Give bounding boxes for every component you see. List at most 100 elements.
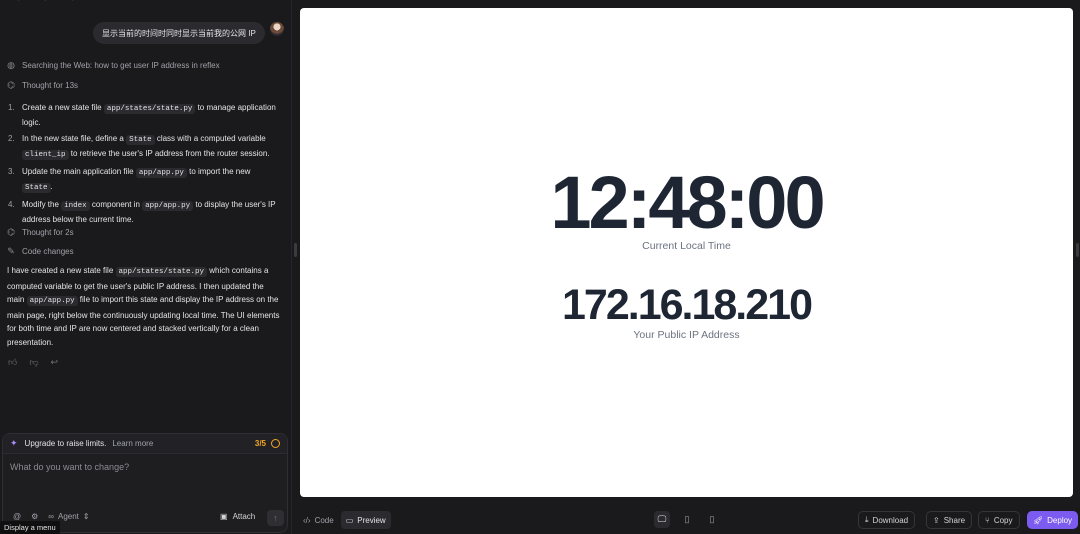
preview-icon: ▭ <box>345 515 354 525</box>
tab-preview-label: Preview <box>357 515 386 525</box>
thought-step-1[interactable]: ⌬ Thought for 13s <box>6 80 78 91</box>
code-snippet: app/states/state.py <box>103 104 196 114</box>
brain-icon: ⌬ <box>7 80 15 90</box>
plan-text: Modify the <box>22 200 62 209</box>
brain-icon: ⌬ <box>7 227 15 237</box>
plan-text: class with a computed variable <box>154 134 266 143</box>
thumbs-up-icon[interactable]: 👍︎ <box>8 357 17 368</box>
prompt-input[interactable] <box>10 462 280 502</box>
share-button[interactable]: ⇪ Share <box>926 511 973 529</box>
deploy-button[interactable]: 🚀︎ Deploy <box>1027 511 1079 529</box>
learn-more-link[interactable]: Learn more <box>112 439 153 448</box>
current-time: 12:48:00 <box>550 161 825 244</box>
agent-icon: ∞ <box>48 512 54 521</box>
share-label: Share <box>943 515 966 525</box>
sparkle-icon: ✦ <box>10 438 18 448</box>
fork-icon: ⑂ <box>985 515 990 525</box>
code-snippet: app/app.py <box>142 201 194 211</box>
tablet-view-button[interactable]: ▯ <box>679 511 695 528</box>
attach-label: Attach <box>232 512 256 521</box>
download-button[interactable]: ⤓ Download <box>858 511 916 529</box>
tooltip: Display a menu <box>0 521 60 534</box>
mobile-view-button[interactable]: ▯ <box>704 511 720 528</box>
undo-icon[interactable]: ↩ <box>51 357 59 368</box>
copy-button[interactable]: ⑂ Copy <box>978 511 1020 529</box>
plan-item-number: 3. <box>8 167 15 176</box>
web-search-text: Searching the Web: how to get user IP ad… <box>22 61 220 70</box>
public-ip: 172.16.18.210 <box>562 281 813 329</box>
download-label: Download <box>872 515 909 525</box>
user-message: 显示当前的时间时同时显示当前我的公网 IP <box>93 22 265 44</box>
plan-text: Create a new state file <box>22 103 104 112</box>
plan-item-number: 4. <box>8 200 15 209</box>
plan-text: In the new state file, define a <box>22 134 127 143</box>
download-icon: ⤓ <box>865 515 869 524</box>
feedback-actions: 👍︎ 👎︎ ↩ <box>8 357 58 368</box>
code-snippet: State <box>126 135 155 145</box>
phone-icon: ▯ <box>709 514 715 524</box>
code-snippet: app/app.py <box>135 168 187 178</box>
plan-item: 3. Update the main application file app/a… <box>8 165 280 195</box>
globe-icon: ◍ <box>7 60 15 70</box>
upgrade-banner: ✦ Upgrade to raise limits. Learn more 3/… <box>3 434 287 454</box>
top-toolbar-icons: ○ ○ ○ <box>16 0 85 3</box>
thumbs-down-icon[interactable]: 👎︎ <box>29 357 38 368</box>
attach-button[interactable]: ▣ Attach <box>220 512 255 521</box>
plan-text: to retrieve the user's IP address from t… <box>68 149 270 158</box>
code-snippet: app/app.py <box>26 296 78 306</box>
preview-frame: 12:48:00 Current Local Time 172.16.18.21… <box>300 8 1073 497</box>
current-time-label: Current Local Time <box>642 240 731 252</box>
image-icon: ▣ <box>220 512 228 521</box>
plan-text: to import the new <box>186 167 251 176</box>
resize-handle-right[interactable] <box>1076 243 1079 257</box>
composer: ✦ Upgrade to raise limits. Learn more 3/… <box>2 433 288 533</box>
panel-divider <box>291 0 292 534</box>
code-snippet: index <box>61 201 90 211</box>
code-snippet: app/states/state.py <box>115 267 208 277</box>
public-ip-label: Your Public IP Address <box>633 329 740 341</box>
plan-text: Update the main application file <box>22 167 136 176</box>
rocket-icon: 🚀︎ <box>1033 515 1044 525</box>
code-changes-step[interactable]: ✎ Code changes <box>6 246 74 257</box>
send-button[interactable]: ↑ <box>267 510 284 526</box>
settings-icon[interactable]: ⚙ <box>31 512 38 521</box>
agent-label: Agent <box>58 512 79 521</box>
view-tabs: ‹/› Code ▭ Preview <box>298 511 391 529</box>
code-icon: ‹/› <box>303 515 311 525</box>
deploy-label: Deploy <box>1047 515 1073 525</box>
pencil-icon: ✎ <box>7 246 15 256</box>
plan-text: . <box>50 182 53 191</box>
composer-tools: @ ⚙ ∞ Agent ⇕ <box>13 512 90 521</box>
resize-handle[interactable] <box>294 243 297 257</box>
upgrade-text: Upgrade to raise limits. <box>24 439 107 448</box>
assistant-summary: I have created a new state file app/stat… <box>7 264 283 349</box>
web-search-step[interactable]: ◍ Searching the Web: how to get user IP … <box>6 60 220 71</box>
at-mention-icon[interactable]: @ <box>13 512 21 521</box>
quota-icon <box>271 439 280 448</box>
thought-step-2[interactable]: ⌬ Thought for 2s <box>6 227 74 238</box>
arrow-up-icon: ↑ <box>273 513 278 523</box>
summary-text: I have created a new state file <box>7 266 116 275</box>
avatar[interactable] <box>270 22 284 36</box>
plan-text: component in <box>89 200 143 209</box>
monitor-icon: 🖵︎ <box>657 514 667 524</box>
plan-item: 1. Create a new state file app/states/sta… <box>8 101 280 129</box>
code-snippet: client_ip <box>22 150 69 160</box>
plan-item-number: 2. <box>8 134 15 143</box>
tablet-icon: ▯ <box>684 514 690 524</box>
chevron-updown-icon: ⇕ <box>82 512 90 521</box>
plan-item-number: 1. <box>8 103 15 112</box>
tab-code-label: Code <box>314 515 334 525</box>
tab-code[interactable]: ‹/› Code <box>298 511 339 529</box>
desktop-view-button[interactable]: 🖵︎ <box>654 511 670 528</box>
plan-item: 2. In the new state file, define a State … <box>8 132 280 162</box>
share-icon: ⇪ <box>933 515 940 525</box>
agent-mode-select[interactable]: ∞ Agent ⇕ <box>48 512 89 521</box>
plan-list: 1. Create a new state file app/states/sta… <box>8 101 280 229</box>
thought-text-2: Thought for 2s <box>22 228 74 237</box>
user-message-text: 显示当前的时间时同时显示当前我的公网 IP <box>102 28 256 38</box>
plan-item: 4. Modify the index component in app/app.… <box>8 198 280 226</box>
code-changes-text: Code changes <box>22 247 74 256</box>
copy-label: Copy <box>993 515 1013 525</box>
tab-preview[interactable]: ▭ Preview <box>340 511 391 529</box>
